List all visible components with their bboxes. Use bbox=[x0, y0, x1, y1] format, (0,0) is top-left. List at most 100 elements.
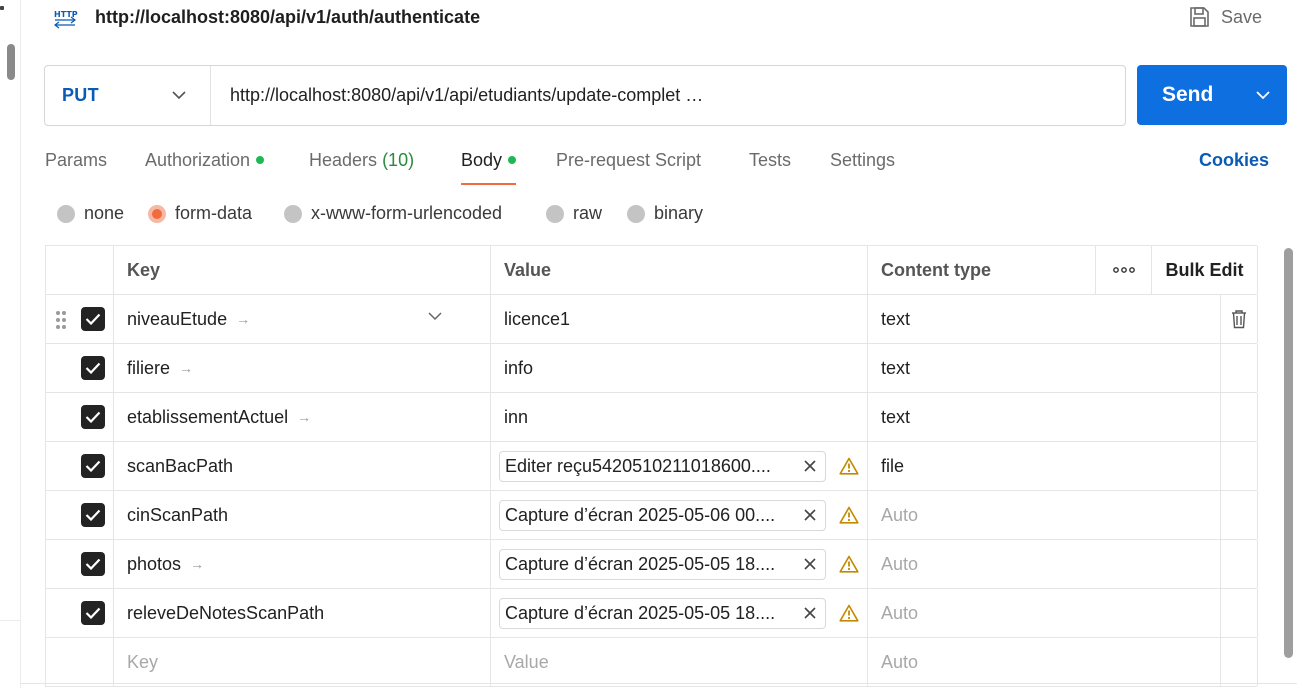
value-cell[interactable]: licence1 bbox=[491, 295, 868, 343]
file-name: Editer reçu5420510211018600.... bbox=[505, 455, 771, 476]
content-type-cell[interactable]: file bbox=[868, 442, 1221, 490]
chevron-down-icon bbox=[172, 91, 186, 100]
check-cell bbox=[46, 344, 114, 392]
warning-icon[interactable] bbox=[839, 457, 859, 475]
body-type-binary[interactable]: binary bbox=[627, 203, 703, 224]
value-cell: Editer reçu5420510211018600.... bbox=[491, 442, 868, 490]
file-name: Capture d’écran 2025-05-06 00.... bbox=[505, 504, 776, 525]
row-checkbox[interactable] bbox=[81, 552, 105, 576]
key-text: scanBacPath bbox=[127, 455, 234, 476]
key-text: cinScanPath bbox=[127, 504, 229, 525]
status-dot bbox=[508, 156, 517, 164]
key-cell[interactable]: filiere → bbox=[114, 344, 491, 392]
content-type-cell[interactable]: Auto bbox=[868, 491, 1221, 539]
key-cell[interactable]: releveDeNotesScanPath bbox=[114, 589, 491, 637]
cookies-link[interactable]: Cookies bbox=[1199, 150, 1269, 171]
request-tabs: Params Authorization Headers (10) Body P… bbox=[45, 150, 1270, 186]
drag-handle-icon[interactable] bbox=[56, 310, 66, 330]
new-value-input[interactable]: Value bbox=[491, 638, 868, 686]
key-cell[interactable]: cinScanPath bbox=[114, 491, 491, 539]
tab-body[interactable]: Body bbox=[461, 150, 517, 186]
content-type-cell[interactable]: text bbox=[868, 393, 1221, 441]
request-title[interactable]: http://localhost:8080/api/v1/auth/authen… bbox=[95, 7, 480, 28]
new-key-input[interactable]: Key bbox=[114, 638, 491, 686]
chevron-down-icon[interactable] bbox=[428, 312, 442, 321]
left-scrollbar-thumb[interactable] bbox=[7, 44, 15, 80]
method-label: PUT bbox=[62, 85, 99, 105]
close-icon[interactable] bbox=[803, 606, 817, 620]
check-icon bbox=[85, 607, 101, 619]
key-text: niveauEtude bbox=[127, 308, 228, 329]
close-icon[interactable] bbox=[803, 459, 817, 473]
key-cell[interactable]: photos → bbox=[114, 540, 491, 588]
file-chip[interactable]: Capture d’écran 2025-05-06 00.... bbox=[499, 499, 826, 531]
file-chip[interactable]: Capture d’écran 2025-05-05 18.... bbox=[499, 597, 826, 629]
chevron-down-icon bbox=[1256, 90, 1270, 99]
row-checkbox[interactable] bbox=[81, 307, 105, 331]
key-placeholder: Key bbox=[127, 651, 159, 672]
body-type-form-data[interactable]: form-data bbox=[148, 203, 252, 224]
key-cell[interactable]: etablissementActuel → bbox=[114, 393, 491, 441]
more-options-button[interactable] bbox=[1096, 246, 1152, 294]
radio-button[interactable] bbox=[57, 204, 75, 223]
content-type-cell[interactable]: Auto bbox=[868, 589, 1221, 637]
tab-pre-request-script[interactable]: Pre-request Script bbox=[556, 150, 701, 186]
row-checkbox[interactable] bbox=[81, 601, 105, 625]
table-row: niveauEtude → licence1 text bbox=[46, 295, 1258, 344]
close-icon[interactable] bbox=[803, 557, 817, 571]
close-icon[interactable] bbox=[803, 508, 817, 522]
value-text: licence1 bbox=[504, 308, 571, 329]
new-content-type-input[interactable]: Auto bbox=[868, 638, 1221, 686]
tab-settings[interactable]: Settings bbox=[830, 150, 895, 186]
body-type-raw[interactable]: raw bbox=[546, 203, 602, 224]
row-checkbox[interactable] bbox=[81, 405, 105, 429]
table-scrollbar-thumb[interactable] bbox=[1284, 248, 1293, 658]
column-header-content-type: Content type bbox=[868, 246, 1096, 294]
bulk-edit-button[interactable]: Bulk Edit bbox=[1152, 246, 1258, 294]
body-type-urlencoded[interactable]: x-www-form-urlencoded bbox=[284, 203, 502, 224]
row-checkbox[interactable] bbox=[81, 454, 105, 478]
radio-button-selected[interactable] bbox=[148, 204, 166, 223]
content-type-cell[interactable]: Auto bbox=[868, 540, 1221, 588]
row-checkbox[interactable] bbox=[81, 356, 105, 380]
radio-button[interactable] bbox=[546, 204, 564, 223]
url-input[interactable]: http://localhost:8080/api/v1/api/etudian… bbox=[211, 85, 1125, 106]
check-cell bbox=[46, 638, 114, 686]
value-cell[interactable]: inn bbox=[491, 393, 868, 441]
tab-headers[interactable]: Headers (10) bbox=[309, 150, 414, 186]
tab-params[interactable]: Params bbox=[45, 150, 107, 186]
radio-button[interactable] bbox=[284, 204, 302, 223]
warning-icon[interactable] bbox=[839, 555, 859, 573]
send-options-dropdown[interactable] bbox=[1239, 90, 1287, 100]
more-horizontal-icon bbox=[1112, 267, 1135, 273]
tab-authorization[interactable]: Authorization bbox=[145, 150, 265, 186]
body-type-none[interactable]: none bbox=[57, 203, 124, 224]
table-row: scanBacPath Editer reçu5420510211018600.… bbox=[46, 442, 1258, 491]
content-type-cell[interactable]: text bbox=[868, 344, 1221, 392]
content-type-cell[interactable]: text bbox=[868, 295, 1221, 343]
content-type-text: text bbox=[881, 357, 911, 378]
key-cell[interactable]: niveauEtude → bbox=[114, 295, 491, 343]
status-dot bbox=[256, 156, 265, 164]
warning-icon[interactable] bbox=[839, 506, 859, 524]
trash-icon[interactable] bbox=[1230, 309, 1248, 329]
table-row: releveDeNotesScanPath Capture d’écran 20… bbox=[46, 589, 1258, 638]
value-cell[interactable]: info bbox=[491, 344, 868, 392]
radio-button[interactable] bbox=[627, 204, 645, 223]
file-chip[interactable]: Capture d’écran 2025-05-05 18.... bbox=[499, 548, 826, 580]
warning-icon[interactable] bbox=[839, 604, 859, 622]
column-header-value: Value bbox=[491, 246, 868, 294]
save-button[interactable]: Save bbox=[1187, 5, 1262, 29]
file-chip[interactable]: Editer reçu5420510211018600.... bbox=[499, 450, 826, 482]
method-dropdown[interactable]: PUT bbox=[45, 66, 211, 125]
arrow-right-icon: → bbox=[236, 311, 251, 327]
send-button[interactable]: Send bbox=[1137, 65, 1287, 125]
tab-tests[interactable]: Tests bbox=[749, 150, 791, 186]
row-checkbox[interactable] bbox=[81, 503, 105, 527]
check-cell bbox=[46, 442, 114, 490]
row-action-cell bbox=[1221, 295, 1258, 343]
key-cell[interactable]: scanBacPath bbox=[114, 442, 491, 490]
check-icon bbox=[85, 411, 101, 423]
check-icon bbox=[85, 509, 101, 521]
check-cell bbox=[46, 295, 114, 343]
